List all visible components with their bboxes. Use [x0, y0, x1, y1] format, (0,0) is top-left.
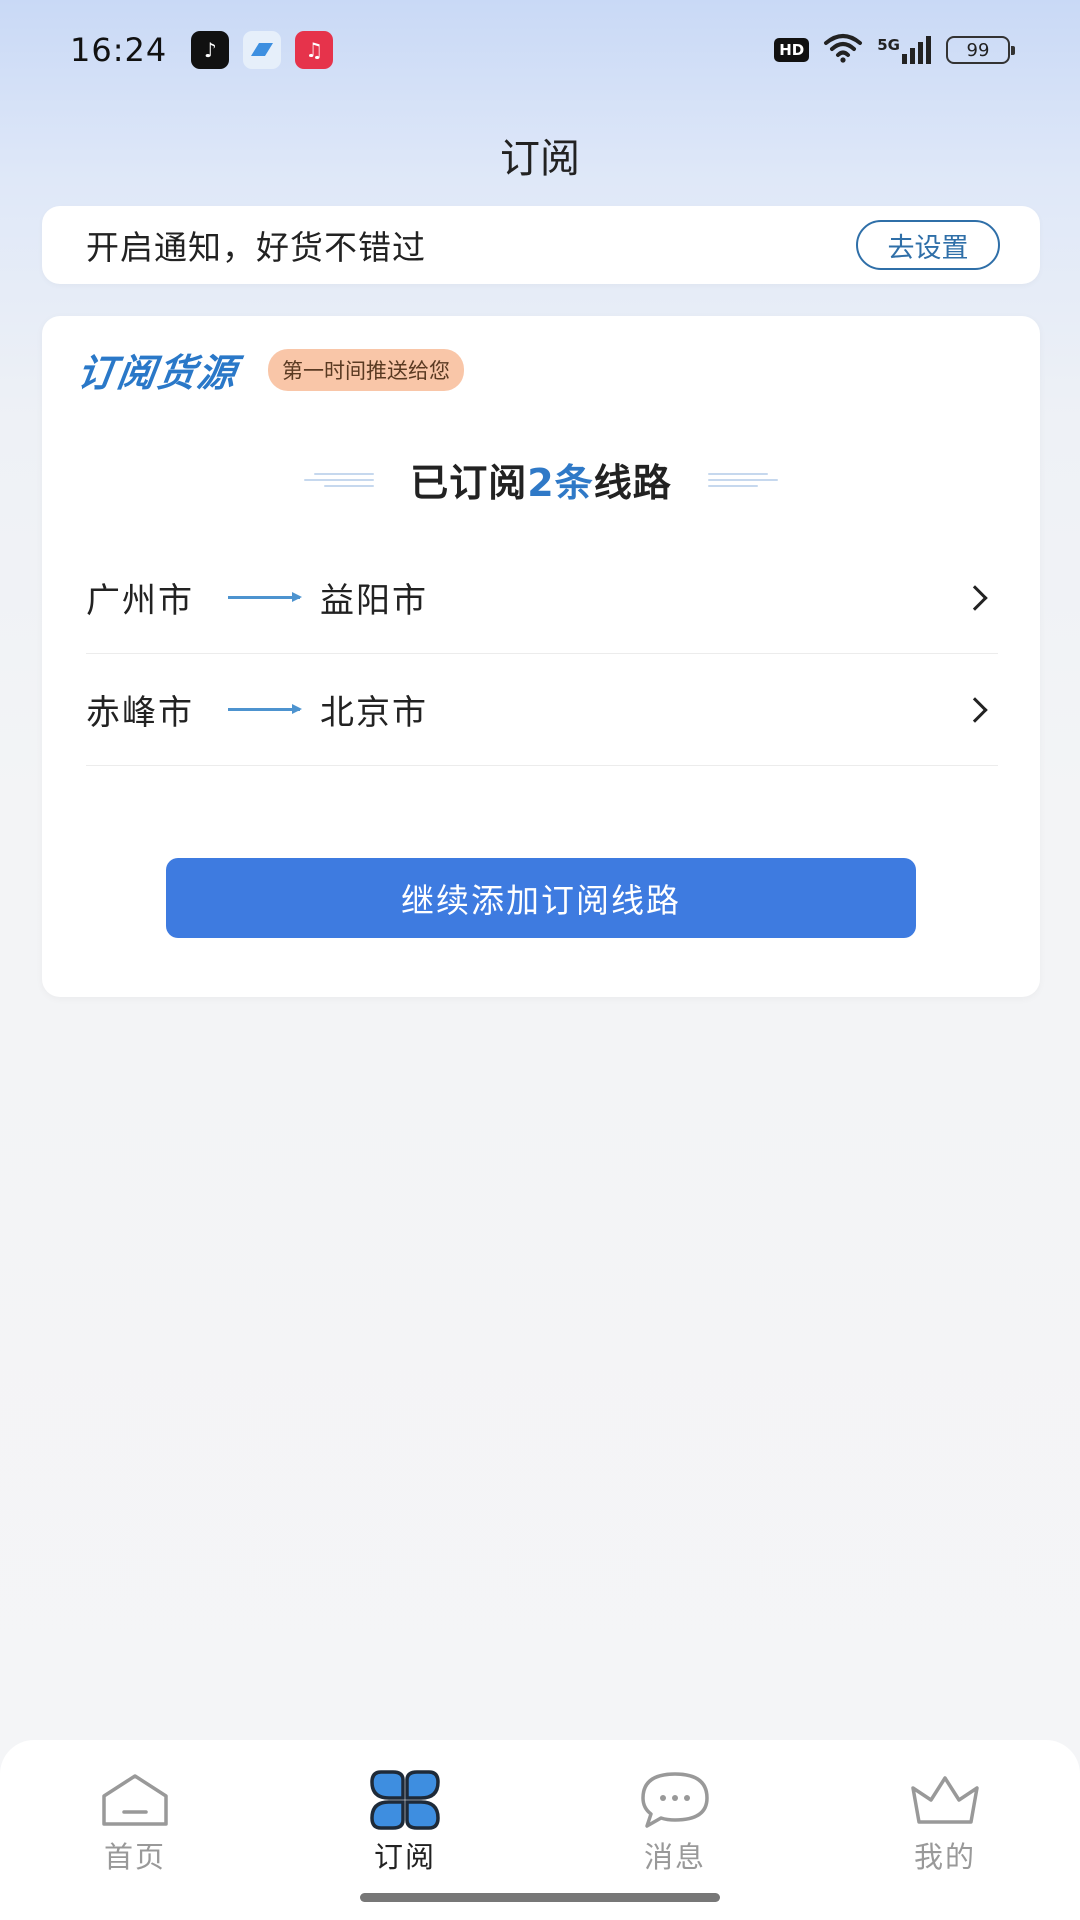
tab-label: 订阅	[373, 1840, 436, 1874]
page-title: 订阅	[500, 136, 580, 182]
subscribed-heading: 已订阅2条线路	[42, 452, 1040, 507]
blue-app-icon	[243, 31, 282, 69]
tiktok-icon: ♪	[191, 31, 230, 69]
signal-icon: 5G	[877, 36, 932, 64]
heading-suffix: 线路	[593, 461, 672, 505]
heading-prefix: 已订阅	[410, 461, 528, 505]
tab-profile[interactable]: 我的	[810, 1770, 1080, 1920]
status-indicators: HD 5G 99	[774, 33, 1015, 67]
wifi-icon	[823, 33, 863, 67]
chevron-right-icon	[962, 584, 988, 611]
music-icon: ♫	[295, 31, 334, 69]
arrow-right-icon	[228, 592, 302, 602]
card-header: 订阅货源 第一时间推送给您	[74, 342, 465, 397]
arrow-right-icon	[228, 704, 302, 714]
battery-icon: 99	[946, 36, 1015, 64]
notification-banner: 开启通知，好货不错过 去设置	[42, 206, 1040, 284]
chevron-right-icon	[962, 696, 988, 723]
subscribe-icon	[369, 1770, 441, 1830]
add-route-button[interactable]: 继续添加订阅线路	[166, 858, 916, 938]
route-item[interactable]: 广州市 益阳市	[86, 542, 998, 654]
heading-decoration-left	[304, 472, 375, 487]
home-icon	[99, 1770, 171, 1830]
route-destination: 益阳市	[320, 581, 428, 621]
route-origin: 广州市	[86, 581, 194, 621]
hd-badge: HD	[774, 38, 810, 62]
notification-app-icons: ♪ ♫	[191, 31, 334, 69]
message-icon	[639, 1770, 711, 1830]
brand-title: 订阅货源	[74, 351, 241, 395]
tab-label: 消息	[643, 1840, 706, 1874]
tab-label: 首页	[103, 1840, 166, 1874]
brand-tag: 第一时间推送给您	[268, 348, 465, 391]
route-item[interactable]: 赤峰市 北京市	[86, 654, 998, 766]
tab-home[interactable]: 首页	[0, 1770, 270, 1920]
home-indicator[interactable]	[360, 1893, 720, 1902]
route-destination: 北京市	[320, 693, 428, 733]
go-settings-button[interactable]: 去设置	[856, 220, 1000, 270]
subscribed-count-text: 已订阅2条线路	[410, 452, 671, 507]
route-list: 广州市 益阳市 赤峰市 北京市	[86, 542, 998, 766]
crown-icon	[909, 1770, 981, 1830]
subscription-page: 16:24 ♪ ♫ HD 5G 99 订阅 开启通知，好货不错过 去设置 订阅货…	[0, 0, 1080, 1920]
notification-text: 开启通知，好货不错过	[86, 228, 426, 267]
status-time: 16:24	[70, 31, 168, 69]
tab-label: 我的	[913, 1840, 976, 1874]
network-type: 5G	[877, 36, 900, 54]
heading-decoration-right	[707, 472, 778, 487]
subscription-card: 订阅货源 第一时间推送给您 已订阅2条线路 广州市 益阳市 赤峰市 北京市 继续…	[42, 316, 1040, 997]
route-origin: 赤峰市	[86, 693, 194, 733]
heading-count: 2条	[527, 461, 594, 505]
status-bar: 16:24 ♪ ♫ HD 5G 99	[0, 0, 1080, 100]
